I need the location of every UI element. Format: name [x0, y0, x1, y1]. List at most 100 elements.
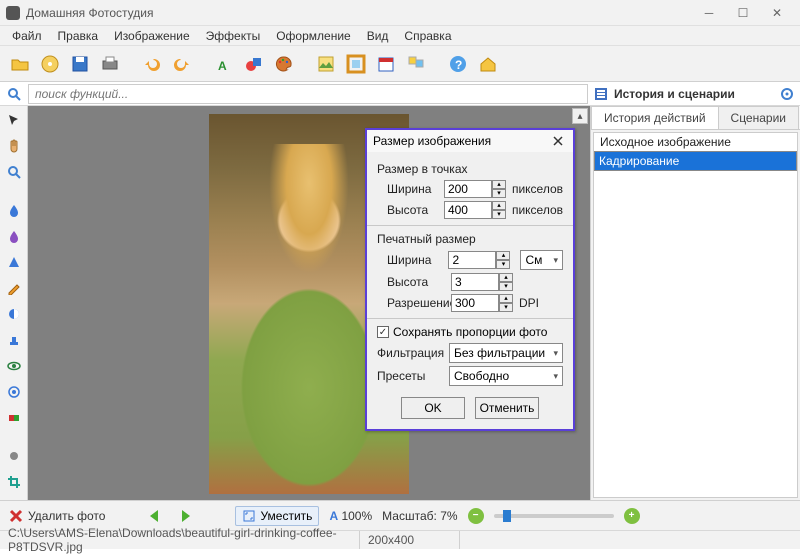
- target-tool-icon[interactable]: [4, 382, 24, 402]
- checkbox-icon: ✓: [377, 326, 389, 338]
- resolution-field[interactable]: [451, 294, 499, 312]
- status-bar: C:\Users\AMS-Elena\Downloads\beautiful-g…: [0, 530, 800, 549]
- preset-select[interactable]: Свободно▾: [449, 366, 563, 386]
- zoom-in-button[interactable]: +: [624, 508, 640, 524]
- print-width-label: Ширина: [387, 253, 442, 267]
- gear-icon[interactable]: [780, 87, 794, 101]
- shapes-icon[interactable]: [240, 50, 268, 78]
- pointer-tool-icon[interactable]: [4, 110, 24, 130]
- delete-photo-button[interactable]: Удалить фото: [8, 508, 105, 524]
- zoom-slider-thumb[interactable]: [503, 510, 511, 522]
- resolution-label: Разрешение: [387, 296, 445, 310]
- redo-icon[interactable]: [168, 50, 196, 78]
- hand-tool-icon[interactable]: [4, 136, 24, 156]
- spin-down-icon[interactable]: ▾: [496, 260, 510, 269]
- menu-view[interactable]: Вид: [359, 27, 397, 45]
- spin-up-icon[interactable]: ▴: [496, 251, 510, 260]
- spin-down-icon[interactable]: ▾: [492, 189, 506, 198]
- eye-tool-icon[interactable]: [4, 356, 24, 376]
- px-height-label: Высота: [387, 203, 438, 217]
- spin-up-icon[interactable]: ▴: [492, 201, 506, 210]
- spin-up-icon[interactable]: ▴: [499, 273, 513, 282]
- group-pixels-label: Размер в точках: [377, 162, 563, 176]
- cd-icon[interactable]: [36, 50, 64, 78]
- menu-edit[interactable]: Правка: [50, 27, 107, 45]
- tab-history[interactable]: История действий: [591, 106, 719, 129]
- dpi-unit-label: DPI: [519, 296, 539, 310]
- maximize-button[interactable]: ☐: [726, 2, 760, 24]
- search-input[interactable]: [28, 84, 588, 104]
- main-toolbar: A ?: [0, 46, 800, 82]
- panel-title: История и сценарии: [614, 87, 774, 101]
- bottom-bar: Удалить фото Уместить A 100% Масштаб: 7%…: [0, 500, 800, 530]
- shape-tool-icon[interactable]: [4, 252, 24, 272]
- titlebar: Домашняя Фотостудия ─ ☐ ✕: [0, 0, 800, 26]
- home-icon[interactable]: [474, 50, 502, 78]
- px-height-field[interactable]: [444, 201, 492, 219]
- window-title: Домашняя Фотостудия: [26, 6, 692, 20]
- text-icon[interactable]: A: [210, 50, 238, 78]
- left-toolbar: [0, 106, 28, 500]
- image-effect-icon[interactable]: [312, 50, 340, 78]
- delete-label: Удалить фото: [28, 509, 105, 523]
- history-panel: История действий Сценарии Исходное изобр…: [590, 106, 800, 500]
- collage-icon[interactable]: [402, 50, 430, 78]
- zoom-100-button[interactable]: A 100%: [329, 509, 372, 523]
- unit-select[interactable]: См▾: [520, 250, 563, 270]
- calendar-icon[interactable]: [372, 50, 400, 78]
- keep-aspect-label: Сохранять пропорции фото: [393, 325, 547, 339]
- delete-icon: [8, 508, 24, 524]
- keep-aspect-checkbox[interactable]: ✓ Сохранять пропорции фото: [377, 325, 563, 339]
- zoom-out-button[interactable]: −: [468, 508, 484, 524]
- print-height-field[interactable]: [451, 273, 499, 291]
- crop-tool-icon[interactable]: [4, 472, 24, 492]
- px-unit-label: пикселов: [512, 203, 563, 217]
- group-print-label: Печатный размер: [377, 232, 563, 246]
- filter-select[interactable]: Без фильтрации▾: [449, 343, 563, 363]
- drop-purple-icon[interactable]: [4, 226, 24, 246]
- frame-icon[interactable]: [342, 50, 370, 78]
- undo-icon[interactable]: [138, 50, 166, 78]
- zoom-slider[interactable]: [494, 514, 614, 518]
- spin-down-icon[interactable]: ▾: [499, 303, 513, 312]
- cancel-button[interactable]: Отменить: [475, 397, 539, 419]
- px-width-label: Ширина: [387, 182, 438, 196]
- open-icon[interactable]: [6, 50, 34, 78]
- close-button[interactable]: ✕: [760, 2, 794, 24]
- spin-down-icon[interactable]: ▾: [492, 210, 506, 219]
- palette-icon[interactable]: [270, 50, 298, 78]
- menu-image[interactable]: Изображение: [106, 27, 198, 45]
- contrast-tool-icon[interactable]: [4, 304, 24, 324]
- help-icon[interactable]: ?: [444, 50, 472, 78]
- pencil-tool-icon[interactable]: [4, 278, 24, 298]
- ok-button[interactable]: OK: [401, 397, 465, 419]
- history-item[interactable]: Кадрирование: [594, 151, 797, 171]
- fit-label: Уместить: [260, 509, 312, 523]
- scroll-up-icon[interactable]: ▴: [572, 108, 588, 124]
- menu-effects[interactable]: Эффекты: [198, 27, 269, 45]
- print-width-field[interactable]: [448, 251, 496, 269]
- spin-up-icon[interactable]: ▴: [499, 294, 513, 303]
- tab-scenarios[interactable]: Сценарии: [718, 106, 799, 129]
- save-icon[interactable]: [66, 50, 94, 78]
- px-unit-label: пикселов: [512, 182, 563, 196]
- menu-decoration[interactable]: Оформление: [268, 27, 358, 45]
- zoom-tool-icon[interactable]: [4, 162, 24, 182]
- stamp-tool-icon[interactable]: [4, 330, 24, 350]
- dialog-title: Размер изображения: [373, 134, 549, 148]
- menu-help[interactable]: Справка: [396, 27, 459, 45]
- history-list: Исходное изображение Кадрирование: [593, 132, 798, 498]
- menu-file[interactable]: Файл: [4, 27, 50, 45]
- minimize-button[interactable]: ─: [692, 2, 726, 24]
- print-height-label: Высота: [387, 275, 445, 289]
- red-green-tool-icon[interactable]: [4, 408, 24, 428]
- print-icon[interactable]: [96, 50, 124, 78]
- dialog-close-button[interactable]: [549, 132, 567, 150]
- drop-blue-icon[interactable]: [4, 200, 24, 220]
- history-item[interactable]: Исходное изображение: [594, 133, 797, 151]
- brush-tool-icon[interactable]: [4, 446, 24, 466]
- status-empty: [460, 531, 800, 549]
- spin-down-icon[interactable]: ▾: [499, 282, 513, 291]
- px-width-field[interactable]: [444, 180, 492, 198]
- spin-up-icon[interactable]: ▴: [492, 180, 506, 189]
